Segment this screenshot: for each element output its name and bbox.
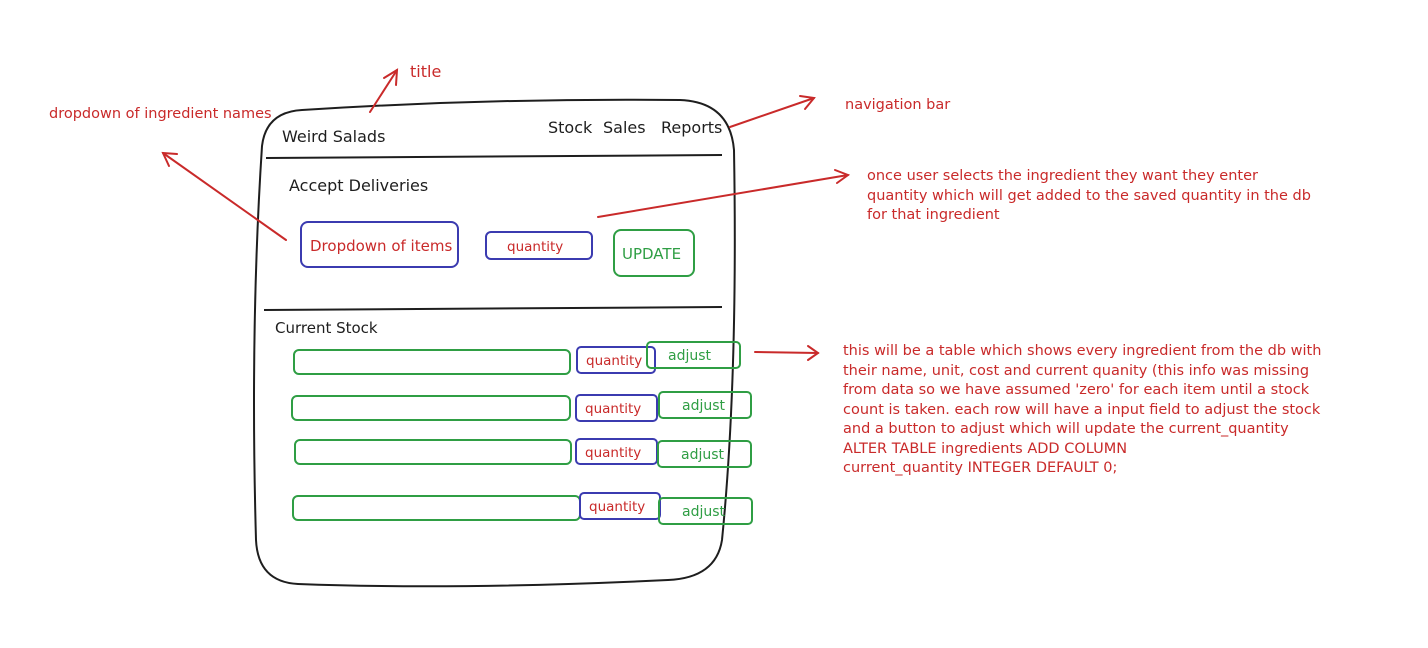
annotation-quantity-note: once user selects the ingredient they wa…: [867, 167, 1311, 226]
adjust-button[interactable]: adjust: [658, 391, 752, 419]
update-button[interactable]: UPDATE: [613, 229, 695, 277]
adjust-button[interactable]: adjust: [646, 341, 741, 369]
update-label: UPDATE: [622, 245, 682, 263]
section-divider: [263, 306, 723, 311]
stock-row-field[interactable]: [293, 349, 571, 375]
note-line: and a button to adjust which will update…: [843, 421, 1289, 437]
quantity-arrow: [597, 169, 851, 218]
nav-sales[interactable]: Sales: [603, 120, 646, 136]
table-arrow: [754, 345, 820, 361]
quantity-placeholder: quantity: [589, 499, 646, 515]
stock-row-field[interactable]: [292, 495, 581, 521]
adjust-button[interactable]: adjust: [658, 497, 753, 525]
dropdown-label: Dropdown of items: [310, 237, 453, 255]
annotation-dropdown-names: dropdown of ingredient names: [49, 106, 272, 122]
deliveries-heading: Accept Deliveries: [289, 176, 429, 195]
sketch-canvas: [161, 68, 851, 588]
note-line: current_quantity INTEGER DEFAULT 0;: [843, 460, 1118, 476]
annotation-title: title: [410, 62, 442, 81]
delivery-quantity-input[interactable]: quantity: [485, 231, 593, 260]
adjust-label: adjust: [682, 504, 726, 520]
adjust-label: adjust: [681, 447, 725, 463]
note-line: for that ingredient: [867, 207, 1000, 223]
adjust-button[interactable]: adjust: [657, 440, 752, 468]
quantity-placeholder: quantity: [586, 353, 643, 369]
ingredient-dropdown[interactable]: Dropdown of items: [300, 221, 459, 268]
adjust-label: adjust: [668, 348, 712, 364]
stock-quantity-input[interactable]: quantity: [579, 492, 661, 520]
app-title: Weird Salads: [282, 127, 386, 146]
note-line: once user selects the ingredient they wa…: [867, 168, 1258, 184]
annotation-table-note: this will be a table which shows every i…: [843, 342, 1321, 479]
stock-heading: Current Stock: [275, 319, 378, 337]
annotation-navigation-bar: navigation bar: [845, 97, 951, 113]
quantity-placeholder: quantity: [585, 401, 642, 417]
stock-row-field[interactable]: [291, 395, 571, 421]
nav-reports[interactable]: Reports: [661, 120, 722, 136]
stock-quantity-input[interactable]: quantity: [575, 438, 658, 465]
stock-quantity-input[interactable]: quantity: [575, 394, 658, 422]
nav-stock[interactable]: Stock: [548, 120, 592, 136]
stock-quantity-input[interactable]: quantity: [576, 346, 656, 374]
adjust-label: adjust: [682, 398, 726, 414]
note-line: their name, unit, cost and current quani…: [843, 362, 1310, 379]
stock-row-field[interactable]: [294, 439, 572, 465]
note-line: quantity which will get added to the sav…: [867, 187, 1311, 204]
note-line: from data so we have assumed 'zero' for …: [843, 382, 1310, 398]
quantity-placeholder: quantity: [507, 239, 564, 255]
note-line: count is taken. each row will have a inp…: [843, 401, 1321, 418]
note-line: this will be a table which shows every i…: [843, 343, 1322, 359]
header-divider: [265, 154, 723, 159]
dropdown-arrow: [161, 151, 287, 241]
nav-arrow: [729, 95, 816, 128]
quantity-placeholder: quantity: [585, 445, 642, 461]
note-line: ALTER TABLE ingredients ADD COLUMN: [843, 440, 1128, 457]
